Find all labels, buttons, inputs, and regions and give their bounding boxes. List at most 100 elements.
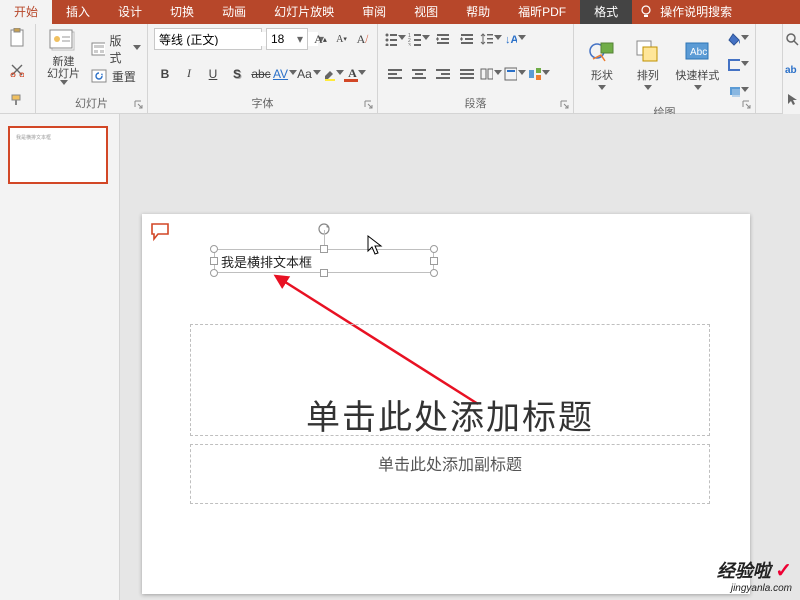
workspace: 我是横排文本框 我是横排文本框 [0,114,800,600]
slide-editor[interactable]: 我是横排文本框 单击此处添加标题 单击此处添加副标题 [120,114,800,600]
tab-review[interactable]: 审阅 [348,0,400,24]
shadow-button[interactable]: S [226,63,248,85]
format-painter-button[interactable] [6,89,28,111]
bullets-button[interactable] [384,28,406,50]
numbering-button[interactable]: 123 [408,28,430,50]
align-right-button[interactable] [432,63,454,85]
layout-button[interactable]: 版式 [91,32,141,66]
italic-button[interactable]: I [178,63,200,85]
find-icon[interactable] [785,32,799,46]
tab-view[interactable]: 视图 [400,0,452,24]
tab-animation[interactable]: 动画 [208,0,260,24]
tab-transition[interactable]: 切换 [156,0,208,24]
increase-indent-button[interactable] [456,28,478,50]
tab-help[interactable]: 帮助 [452,0,504,24]
paragraph-group: 123 ↓A 段落 [378,24,574,113]
align-text-button[interactable] [504,63,526,85]
chevron-down-icon [60,80,68,88]
clear-formatting-button[interactable]: A⧸ [354,28,371,50]
justify-button[interactable] [456,63,478,85]
resize-handle-w[interactable] [210,257,218,265]
watermark-url: jingyanla.com [717,583,792,594]
underline-button[interactable]: U [202,63,224,85]
chevron-down-icon [313,70,321,78]
font-size-input[interactable] [267,32,293,46]
reset-button[interactable]: 重置 [91,68,141,85]
chevron-down-icon [518,70,526,78]
lightbulb-icon [638,4,654,20]
watermark-title: 经验啦 [717,561,771,581]
replace-icon[interactable]: ab [785,62,799,76]
svg-text:↓A: ↓A [505,34,517,46]
shape-fill-button[interactable] [727,28,749,50]
quick-styles-button[interactable]: Abc 快速样式 [672,37,723,93]
title-placeholder-text: 单击此处添加标题 [306,390,594,439]
resize-handle-s[interactable] [320,269,328,277]
thumbnail-pane[interactable]: 我是横排文本框 [0,114,120,600]
tab-format[interactable]: 格式 [580,0,632,24]
align-left-button[interactable] [384,63,406,85]
columns-button[interactable] [480,63,502,85]
slide-canvas[interactable]: 我是横排文本框 单击此处添加标题 单击此处添加副标题 [142,214,750,594]
chevron-down-icon [694,85,702,93]
shape-outline-button[interactable] [727,54,749,76]
font-color-button[interactable]: A [346,63,368,85]
dialog-launcher-icon[interactable] [363,99,375,111]
tell-me-search[interactable]: 操作说明搜索 [658,0,746,24]
watermark: 经验啦 ✓ jingyanla.com [717,557,792,594]
chevron-down-icon [494,70,502,78]
dialog-launcher-icon[interactable] [559,99,571,111]
font-name-combo[interactable]: ▾ [154,28,262,50]
resize-handle-sw[interactable] [210,269,218,277]
chevron-down-icon [422,35,430,43]
select-icon[interactable] [785,92,799,106]
comment-icon[interactable] [150,222,172,242]
chevron-down-icon [133,45,141,53]
subtitle-placeholder[interactable]: 单击此处添加副标题 [190,444,710,504]
resize-handle-ne[interactable] [430,245,438,253]
editing-group-partial: ab [782,24,800,114]
chevron-down-icon[interactable]: ▾ [293,32,307,46]
strikethrough-button[interactable]: abc [250,63,272,85]
resize-handle-n[interactable] [320,245,328,253]
chevron-down-icon [598,85,606,93]
arrange-button[interactable]: 排列 [626,37,670,93]
tab-design[interactable]: 设计 [104,0,156,24]
tab-home[interactable]: 开始 [0,0,52,24]
drawing-group: 形状 排列 Abc 快速样式 绘图 [574,24,756,113]
resize-handle-e[interactable] [430,257,438,265]
resize-handle-nw[interactable] [210,245,218,253]
clipboard-group [0,24,36,113]
resize-handle-se[interactable] [430,269,438,277]
dialog-launcher-icon[interactable] [741,99,753,111]
new-slide-button[interactable]: 新建 幻灯片 [42,28,85,88]
change-case-button[interactable]: Aa [298,63,320,85]
decrease-font-button[interactable]: A▾ [333,28,350,50]
paste-button[interactable] [6,28,28,50]
chevron-down-icon [741,61,749,69]
slide-thumbnail-1[interactable]: 我是横排文本框 [8,126,108,184]
slides-group: 新建 幻灯片 版式 重置 幻灯片 [36,24,148,113]
shapes-button[interactable]: 形状 [580,37,624,93]
smartart-button[interactable] [528,63,550,85]
font-size-combo[interactable]: ▾ [266,28,308,50]
chevron-down-icon [542,70,550,78]
title-placeholder[interactable]: 单击此处添加标题 [190,324,710,436]
chevron-down-icon [741,35,749,43]
increase-font-button[interactable]: A▴ [312,28,329,50]
horizontal-text-box[interactable]: 我是横排文本框 [214,249,434,273]
decrease-indent-button[interactable] [432,28,454,50]
dialog-launcher-icon[interactable] [133,99,145,111]
align-center-button[interactable] [408,63,430,85]
char-spacing-button[interactable]: AV [274,63,296,85]
tab-insert[interactable]: 插入 [52,0,104,24]
chevron-down-icon [644,85,652,93]
tab-foxit[interactable]: 福昕PDF [504,0,580,24]
line-spacing-button[interactable] [480,28,502,50]
tab-slideshow[interactable]: 幻灯片放映 [260,0,348,24]
text-direction-button[interactable]: ↓A [504,28,526,50]
bold-button[interactable]: B [154,63,176,85]
chevron-down-icon [358,70,366,78]
cut-button[interactable] [6,59,28,81]
highlight-button[interactable] [322,63,344,85]
